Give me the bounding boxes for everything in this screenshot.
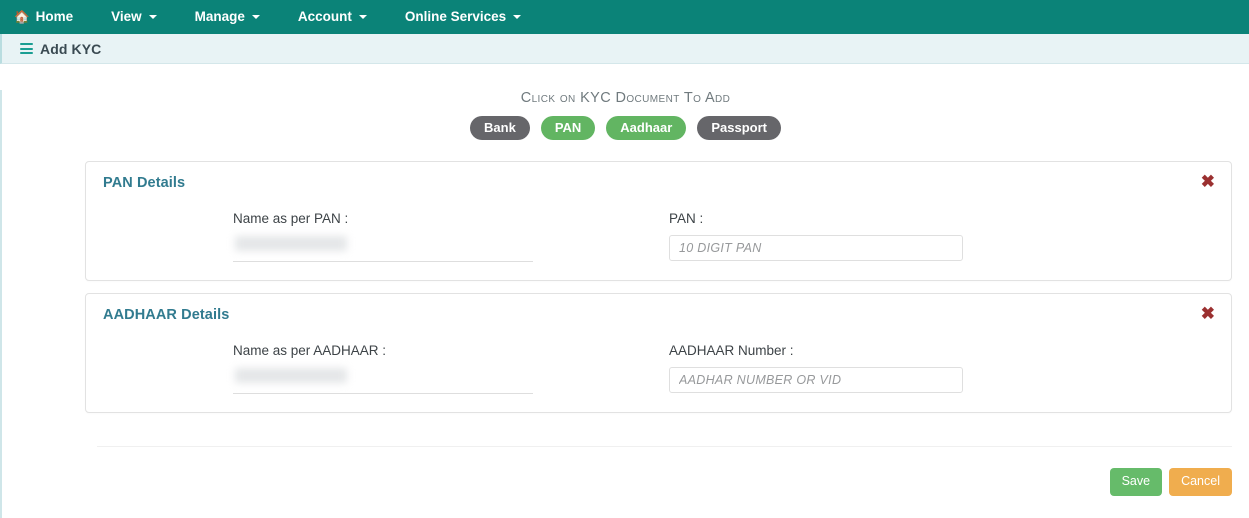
pan-name-input[interactable] bbox=[233, 235, 533, 262]
badge-bank[interactable]: Bank bbox=[470, 116, 530, 140]
top-navbar: 🏠 Home View Manage Account Online Servic… bbox=[0, 0, 1249, 34]
chevron-down-icon bbox=[513, 15, 522, 19]
close-icon[interactable]: ✖ bbox=[1201, 305, 1215, 322]
nav-item-home[interactable]: 🏠 Home bbox=[14, 10, 73, 24]
badge-pan[interactable]: PAN bbox=[540, 116, 596, 140]
chevron-down-icon bbox=[251, 15, 260, 19]
kyc-instruction-heading: Click on KYC Document To Add bbox=[520, 90, 731, 106]
hamburger-menu-icon[interactable] bbox=[20, 41, 33, 56]
aadhaar-card-title: AADHAAR Details bbox=[103, 307, 230, 323]
aadhaar-number-input[interactable] bbox=[669, 367, 963, 393]
pan-number-input[interactable] bbox=[669, 235, 963, 261]
nav-item-view[interactable]: View bbox=[111, 10, 157, 24]
aadhaar-card-fields: Name as per AADHAAR : AADHAAR Number : bbox=[86, 343, 1231, 394]
pan-name-field-group: Name as per PAN : bbox=[86, 211, 669, 262]
nav-item-account-label: Account bbox=[297, 9, 352, 25]
pan-card-fields: Name as per PAN : PAN : bbox=[86, 211, 1231, 262]
aadhaar-name-input[interactable] bbox=[233, 367, 533, 394]
nav-item-view-label: View bbox=[111, 9, 142, 25]
chevron-down-icon bbox=[358, 15, 367, 19]
nav-item-manage[interactable]: Manage bbox=[195, 10, 260, 24]
aadhaar-number-field-group: AADHAAR Number : bbox=[669, 343, 1069, 394]
aadhaar-name-label: Name as per AADHAAR : bbox=[233, 343, 387, 358]
nav-item-online-services[interactable]: Online Services bbox=[404, 9, 522, 25]
page-title: Add KYC bbox=[40, 40, 102, 57]
nav-item-manage-label: Manage bbox=[194, 9, 245, 25]
cancel-button[interactable]: Cancel bbox=[1169, 468, 1232, 496]
aadhaar-details-card: AADHAAR Details ✖ Name as per AADHAAR : … bbox=[85, 293, 1232, 413]
pan-number-label: PAN : bbox=[669, 211, 704, 226]
badge-aadhaar[interactable]: Aadhaar bbox=[606, 116, 687, 140]
aadhaar-name-field-group: Name as per AADHAAR : bbox=[86, 343, 669, 394]
pan-number-field-group: PAN : bbox=[669, 211, 1069, 262]
kyc-cards-container: PAN Details ✖ Name as per PAN : PAN : AA… bbox=[85, 161, 1232, 413]
page-subheader: Add KYC bbox=[0, 34, 1249, 64]
pan-details-card: PAN Details ✖ Name as per PAN : PAN : bbox=[85, 161, 1232, 281]
pan-name-label: Name as per PAN : bbox=[233, 211, 349, 226]
chevron-down-icon bbox=[148, 15, 157, 19]
page-content: Click on KYC Document To Add Bank PAN Aa… bbox=[0, 90, 1249, 518]
redacted-value bbox=[235, 236, 347, 251]
footer-divider bbox=[97, 446, 1232, 447]
nav-item-online-services-label: Online Services bbox=[404, 9, 507, 25]
redacted-value bbox=[235, 368, 347, 383]
nav-item-account[interactable]: Account bbox=[298, 10, 367, 24]
badge-passport[interactable]: Passport bbox=[697, 116, 781, 140]
kyc-document-badges: Bank PAN Aadhaar Passport bbox=[2, 116, 1249, 140]
pan-card-title: PAN Details bbox=[103, 175, 186, 191]
aadhaar-number-label: AADHAAR Number : bbox=[669, 343, 794, 358]
save-button[interactable]: Save bbox=[1109, 468, 1163, 496]
home-icon: 🏠 bbox=[14, 9, 30, 24]
form-actions: Save Cancel bbox=[2, 468, 1232, 496]
close-icon[interactable]: ✖ bbox=[1201, 173, 1215, 190]
nav-item-home-label: Home bbox=[35, 9, 74, 25]
